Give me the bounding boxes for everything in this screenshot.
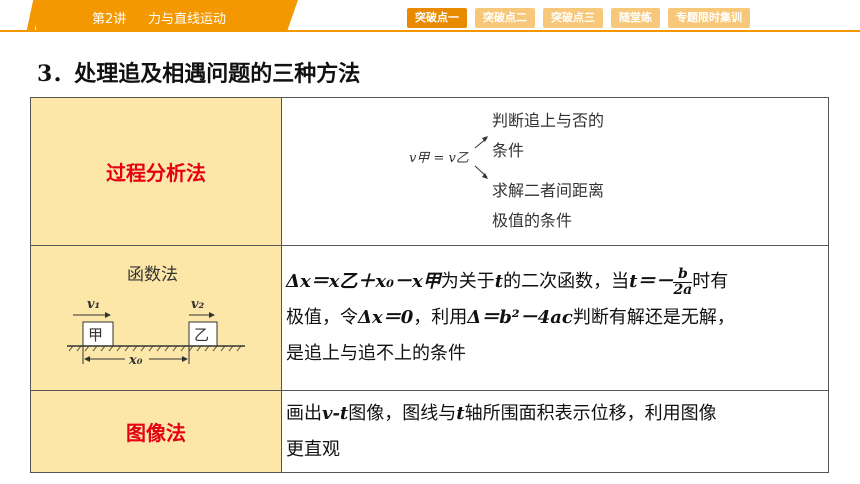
tab-breakthrough-1[interactable]: 突破点一 (407, 8, 467, 28)
distance-arrowhead-right (182, 356, 188, 362)
velocity-equation: v甲 = v乙 (409, 151, 469, 166)
function-description-cell: Δx＝x乙＋x₀－x甲为关于t的二次函数，当t＝－ b 2a 时有 极值，令Δx＝0，… (281, 245, 829, 391)
page-title: 3．处理追及相遇问题的三种方法 (37, 61, 361, 87)
branch-up-text-2: 条件 (492, 141, 524, 160)
text-segment: 为关于 (440, 271, 495, 292)
text-segment: 轴所围面积表示位移，利用图像 (464, 402, 717, 424)
process-method-cell: 过程分析法 (30, 97, 282, 246)
extremum-time-expression: t＝－ (629, 271, 674, 292)
graph-method-cell: 图像法 (30, 390, 282, 473)
initial-distance-label: x₀ (128, 353, 143, 368)
text-segment: 图像，图线与 (348, 402, 457, 424)
top-bar: 第2讲 力与直线运动 突破点一 突破点二 突破点三 随堂练 专题限时集训 (0, 0, 860, 34)
text-segment: 时有 (692, 271, 729, 292)
variable-t: t (456, 402, 465, 424)
header-divider (0, 30, 860, 32)
function-description-line-1: Δx＝x乙＋x₀－x甲为关于t的二次函数，当t＝－ b 2a 时有 (286, 264, 824, 300)
velocity-2-arrowhead (209, 312, 215, 318)
tab-practice[interactable]: 随堂练 (611, 8, 660, 28)
distance-arrowhead-left (84, 356, 90, 362)
velocity-1-arrowhead (105, 312, 111, 318)
text-segment: ，利用 (413, 307, 468, 328)
table-row-process: 过程分析法 v甲 = v乙 判断追上与否的 条件 求解二者间距离 极值的条件 (30, 97, 829, 246)
process-branch-diagram: v甲 = v乙 判断追上与否的 条件 求解二者间距离 极值的条件 (409, 111, 604, 230)
velocity-1-label: v₁ (87, 297, 100, 312)
tab-breakthrough-2[interactable]: 突破点二 (475, 8, 535, 28)
zero-condition: Δx＝0 (358, 307, 414, 328)
process-diagram-cell: v甲 = v乙 判断追上与否的 条件 求解二者间距离 极值的条件 (281, 97, 829, 246)
function-description: Δx＝x乙＋x₀－x甲为关于t的二次函数，当t＝－ b 2a 时有 极值，令Δx＝0，… (282, 262, 828, 374)
lesson-number: 第2讲 (92, 12, 127, 27)
fraction-b-over-2a: b 2a (673, 266, 693, 298)
object-yi-label: 乙 (194, 326, 209, 344)
function-method-label: 函数法 (127, 265, 178, 285)
process-method-label: 过程分析法 (106, 161, 206, 185)
section-tabs: 突破点一 突破点二 突破点三 随堂练 专题限时集训 (407, 8, 750, 28)
function-description-line-2: 极值，令Δx＝0，利用Δ＝b²－4ac判断有解还是无解， (286, 300, 824, 336)
graph-description-cell: 画出v-t图像，图线与t轴所围面积表示位移，利用图像 更直观 (281, 390, 829, 473)
fraction-denominator: 2a (673, 281, 693, 298)
graph-description-line-2: 更直观 (286, 438, 340, 460)
graph-description: 画出v-t图像，图线与t轴所围面积表示位移，利用图像 更直观 (282, 394, 828, 470)
graph-description-line-1: 画出v-t图像，图线与t轴所围面积表示位移，利用图像 (286, 396, 824, 432)
displacement-expression: Δx＝x乙＋x₀－x甲 (286, 271, 441, 292)
vt-graph-term: v-t (322, 402, 349, 424)
methods-table: 过程分析法 v甲 = v乙 判断追上与否的 条件 求解二者间距离 极值的条件 函… (30, 97, 829, 473)
graph-method-label: 图像法 (126, 421, 186, 445)
text-segment: 的二次函数，当 (503, 271, 630, 292)
variable-t: t (494, 271, 504, 292)
table-row-function: 函数法 v₁ v₂ 甲 乙 x₀ Δx＝x乙＋x₀－x甲为关于t的二次函数，当t… (30, 245, 829, 391)
text-segment: 极值，令 (286, 307, 358, 328)
branch-up-text-1: 判断追上与否的 (492, 111, 604, 130)
text-segment: 画出 (286, 402, 322, 424)
fraction-numerator: b (673, 266, 693, 283)
branch-down-text-1: 求解二者间距离 (492, 181, 604, 200)
function-method-cell: 函数法 v₁ v₂ 甲 乙 x₀ (30, 245, 282, 391)
function-method-diagram: 函数法 v₁ v₂ 甲 乙 x₀ (67, 265, 245, 368)
table-row-graph: 图像法 画出v-t图像，图线与t轴所围面积表示位移，利用图像 更直观 (30, 390, 829, 473)
branch-down-text-2: 极值的条件 (492, 211, 572, 230)
object-jia-label: 甲 (88, 326, 103, 344)
function-description-line-3: 是追上与追不上的条件 (286, 343, 466, 364)
text-segment: 判断有解还是无解， (572, 307, 735, 328)
velocity-2-label: v₂ (191, 297, 205, 312)
tab-timed-training[interactable]: 专题限时集训 (668, 8, 750, 28)
lesson-topic: 力与直线运动 (148, 12, 227, 27)
tab-breakthrough-3[interactable]: 突破点三 (543, 8, 603, 28)
discriminant-expression: Δ＝b²－4ac (467, 307, 573, 328)
